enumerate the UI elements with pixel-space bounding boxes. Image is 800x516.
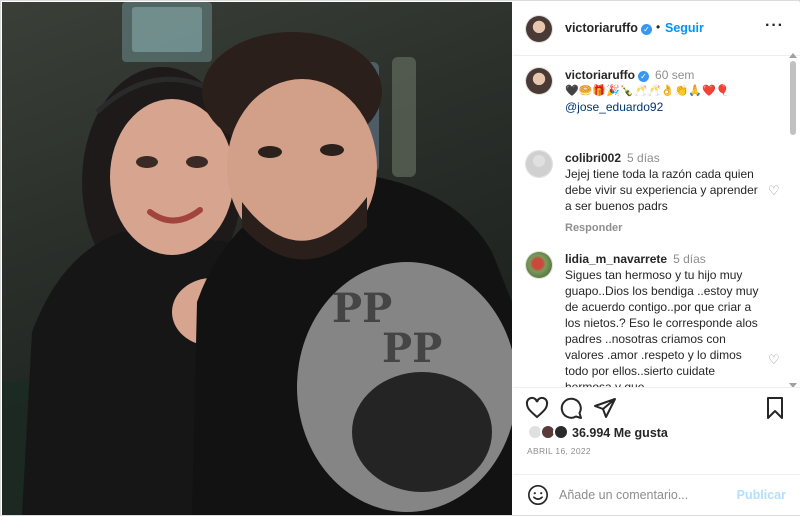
photo-illustration: PP PP bbox=[2, 2, 512, 515]
comment-text: Jejej tiene toda la razón cada quien deb… bbox=[565, 167, 758, 213]
bookmark-icon[interactable] bbox=[763, 396, 787, 420]
commenter-avatar[interactable] bbox=[525, 251, 553, 279]
comment-like-heart-icon[interactable]: ♡ bbox=[768, 352, 780, 368]
verified-badge-icon: ✓ bbox=[638, 71, 650, 82]
follow-button[interactable]: Seguir bbox=[665, 21, 704, 35]
post-actions: 36.994 Me gusta ABRIL 16, 2022 bbox=[513, 387, 800, 483]
add-comment-bar: Publicar bbox=[513, 474, 800, 515]
caption-emojis: 🖤🥯🎁🎉🍾🥂🥂👌👏🙏❤️🎈 bbox=[565, 85, 730, 97]
reply-button[interactable]: Responder bbox=[565, 220, 765, 236]
comments-list[interactable]: victoriaruffo ✓ 60 sem 🖤🥯🎁🎉🍾🥂🥂👌👏🙏❤️🎈 @jose… bbox=[513, 57, 800, 387]
publish-button[interactable]: Publicar bbox=[737, 488, 786, 502]
post-dialog: PP PP victoriaruffo ✓ • Seguir ··· victor… bbox=[0, 0, 800, 516]
comment-like-heart-icon[interactable]: ♡ bbox=[768, 183, 780, 199]
scroll-up-arrow-icon[interactable] bbox=[789, 53, 797, 58]
commenter-avatar[interactable] bbox=[525, 150, 553, 178]
post-side-panel: victoriaruffo ✓ • Seguir ··· victoriaruff… bbox=[513, 2, 800, 515]
caption-mention[interactable]: @jose_eduardo92 bbox=[565, 99, 775, 115]
comment-icon[interactable] bbox=[559, 396, 583, 420]
post-header: victoriaruffo ✓ • Seguir ··· bbox=[513, 2, 800, 56]
svg-text:PP: PP bbox=[382, 325, 442, 372]
emoji-icon[interactable] bbox=[527, 484, 549, 506]
liker-avatar bbox=[553, 424, 569, 440]
comment-username[interactable]: lidia_m_navarrete bbox=[565, 252, 667, 266]
post-photo[interactable]: PP PP bbox=[2, 2, 512, 515]
post-date[interactable]: ABRIL 16, 2022 bbox=[527, 446, 591, 456]
more-options-icon[interactable]: ··· bbox=[765, 17, 784, 35]
caption-username[interactable]: victoriaruffo ✓ bbox=[565, 68, 650, 82]
author-avatar[interactable] bbox=[525, 15, 553, 43]
comment-time[interactable]: 5 días bbox=[673, 252, 706, 266]
comment-text: Sigues tan hermoso y tu hijo muy guapo..… bbox=[565, 268, 759, 387]
author-username[interactable]: victoriaruffo ✓ bbox=[565, 21, 652, 35]
comments-scrollbar[interactable] bbox=[789, 53, 797, 388]
send-icon[interactable] bbox=[593, 396, 617, 420]
verified-badge-icon: ✓ bbox=[640, 24, 652, 35]
comment-time[interactable]: 5 días bbox=[627, 151, 660, 165]
caption-time[interactable]: 60 sem bbox=[655, 68, 694, 82]
heart-icon[interactable] bbox=[525, 396, 549, 420]
header-separator: • bbox=[656, 20, 661, 34]
comment-input[interactable] bbox=[559, 483, 729, 507]
likes-count[interactable]: 36.994 Me gusta bbox=[572, 426, 668, 440]
scroll-thumb[interactable] bbox=[790, 61, 796, 135]
comment-username[interactable]: colibri002 bbox=[565, 151, 621, 165]
caption-avatar[interactable] bbox=[525, 67, 553, 95]
